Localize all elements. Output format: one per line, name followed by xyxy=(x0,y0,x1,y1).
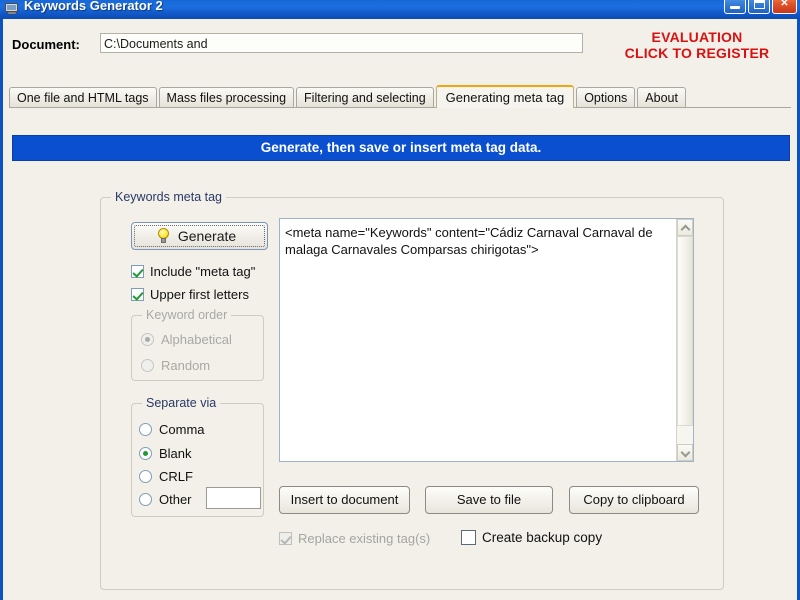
radio-crlf-box[interactable] xyxy=(139,470,152,483)
application-window-icon xyxy=(5,2,19,15)
tab-filtering-and-selecting[interactable]: Filtering and selecting xyxy=(296,87,434,108)
evaluation-register-link[interactable]: EVALUATION CLICK TO REGISTER xyxy=(602,29,792,61)
minimize-button[interactable] xyxy=(724,0,746,14)
tab-strip-underline xyxy=(9,107,791,108)
radio-alphabetical-box xyxy=(141,333,154,346)
output-scrollbar[interactable] xyxy=(676,219,693,461)
chevron-up-icon xyxy=(680,224,691,235)
close-button[interactable]: ✕ xyxy=(772,0,797,14)
checkbox-upper-first-letters-box[interactable] xyxy=(131,288,144,301)
checkbox-replace-existing-tags: Replace existing tag(s) xyxy=(279,531,430,546)
title-bar-left: Keywords Generator 2 xyxy=(5,0,163,15)
save-to-file-button[interactable]: Save to file xyxy=(425,486,553,514)
checkbox-include-meta-tag-box[interactable] xyxy=(131,265,144,278)
radio-comma-box[interactable] xyxy=(139,423,152,436)
checkbox-create-backup-copy-box[interactable] xyxy=(461,530,476,545)
separate-via-group-title: Separate via xyxy=(142,396,221,410)
checkbox-upper-first-letters-label: Upper first letters xyxy=(150,287,249,302)
separator-other-input[interactable] xyxy=(206,487,261,509)
radio-blank-box[interactable] xyxy=(139,447,152,460)
radio-other[interactable]: Other xyxy=(139,492,192,507)
checkbox-create-backup-copy[interactable]: Create backup copy xyxy=(461,530,602,545)
scrollbar-thumb[interactable] xyxy=(677,236,693,426)
radio-crlf-label: CRLF xyxy=(159,469,193,484)
window-controls: ✕ xyxy=(724,0,797,14)
copy-to-clipboard-button[interactable]: Copy to clipboard xyxy=(569,486,699,514)
chevron-down-icon xyxy=(680,447,691,458)
radio-comma[interactable]: Comma xyxy=(139,422,205,437)
radio-blank-label: Blank xyxy=(159,446,192,461)
radio-alphabetical-label: Alphabetical xyxy=(161,332,232,347)
radio-crlf[interactable]: CRLF xyxy=(139,469,193,484)
radio-other-label: Other xyxy=(159,492,192,507)
instruction-banner: Generate, then save or insert meta tag d… xyxy=(12,135,790,161)
radio-alphabetical: Alphabetical xyxy=(141,332,232,347)
maximize-icon xyxy=(754,0,765,9)
tab-strip: One file and HTML tags Mass files proces… xyxy=(9,85,791,108)
tab-options[interactable]: Options xyxy=(576,87,636,108)
radio-random-label: Random xyxy=(161,358,211,373)
meta-tag-output-text[interactable]: <meta name="Keywords" content="Cádiz Car… xyxy=(285,224,670,258)
minimize-icon xyxy=(730,6,740,9)
client-area: Document: C:\Documents and EVALUATION CL… xyxy=(3,19,797,600)
generate-button[interactable]: Generate xyxy=(131,222,268,250)
checkbox-include-meta-tag[interactable]: Include "meta tag" xyxy=(131,264,255,279)
generate-button-label: Generate xyxy=(177,228,237,244)
meta-tag-output-textarea[interactable]: <meta name="Keywords" content="Cádiz Car… xyxy=(279,218,694,462)
checkbox-replace-existing-tags-label: Replace existing tag(s) xyxy=(298,531,431,546)
tab-about[interactable]: About xyxy=(637,87,686,108)
tab-generating-meta-tag[interactable]: Generating meta tag xyxy=(435,85,575,108)
checkbox-replace-existing-tags-box xyxy=(279,532,292,545)
checkbox-include-meta-tag-label: Include "meta tag" xyxy=(150,264,256,279)
window-title: Keywords Generator 2 xyxy=(24,0,163,13)
keywords-meta-tag-group-title: Keywords meta tag xyxy=(111,190,226,204)
radio-random-box xyxy=(141,359,154,372)
radio-blank[interactable]: Blank xyxy=(139,446,192,461)
maximize-button[interactable] xyxy=(748,0,770,14)
document-bar: Document: C:\Documents and EVALUATION CL… xyxy=(12,29,792,61)
tab-mass-files-processing[interactable]: Mass files processing xyxy=(158,87,295,108)
close-icon: ✕ xyxy=(780,0,789,9)
radio-comma-label: Comma xyxy=(159,422,205,437)
keyword-order-group-title: Keyword order xyxy=(142,308,232,322)
document-path-input[interactable]: C:\Documents and xyxy=(100,33,583,53)
checkbox-upper-first-letters[interactable]: Upper first letters xyxy=(131,287,249,302)
tab-one-file-and-html-tags[interactable]: One file and HTML tags xyxy=(9,87,157,108)
evaluation-line-2: CLICK TO REGISTER xyxy=(624,45,770,61)
evaluation-line-1: EVALUATION xyxy=(651,29,743,45)
lightbulb-icon xyxy=(157,228,170,244)
title-bar: Keywords Generator 2 ✕ xyxy=(0,0,800,20)
radio-other-box[interactable] xyxy=(139,493,152,506)
checkbox-create-backup-copy-label: Create backup copy xyxy=(482,530,603,545)
document-label: Document: xyxy=(12,37,80,52)
scroll-down-button[interactable] xyxy=(677,444,693,461)
scroll-up-button[interactable] xyxy=(677,219,693,236)
application-window: Keywords Generator 2 ✕ Document: C:\Docu… xyxy=(0,0,800,600)
insert-to-document-button[interactable]: Insert to document xyxy=(279,486,410,514)
radio-random: Random xyxy=(141,358,210,373)
